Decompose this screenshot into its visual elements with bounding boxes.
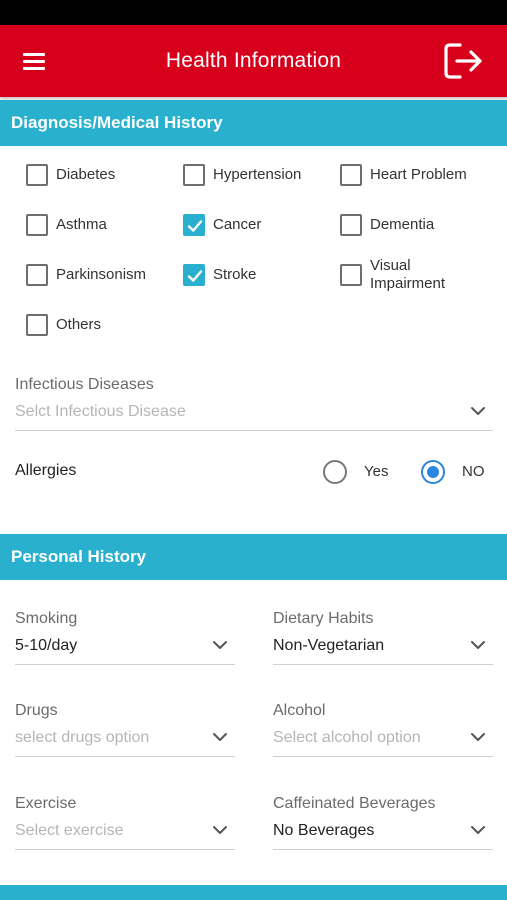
- smoking-label: Smoking: [15, 610, 78, 627]
- app-bar: Health Information: [0, 25, 507, 97]
- logout-icon[interactable]: [440, 41, 486, 81]
- radio-allergies-yes[interactable]: [323, 460, 347, 484]
- checkbox-cancer[interactable]: Cancer: [183, 210, 261, 240]
- chevron-down-icon[interactable]: [470, 406, 486, 416]
- checkbox-heart-problem[interactable]: Heart Problem: [340, 160, 467, 190]
- personal-section-header: Personal History: [0, 534, 507, 580]
- checkbox-label: Hypertension: [213, 166, 302, 183]
- diagnosis-section-header: Diagnosis/Medical History: [0, 100, 507, 146]
- dietary-habits-label: Dietary Habits: [273, 610, 374, 627]
- checkbox-visual-impairment[interactable]: Visual Impairment: [340, 257, 470, 292]
- checkbox-box[interactable]: [26, 314, 48, 336]
- dietary-habits-select[interactable]: Non-Vegetarian: [273, 637, 384, 655]
- checkbox-label: Parkinsonism: [56, 266, 147, 283]
- field-underline: [15, 664, 235, 665]
- drugs-select[interactable]: select drugs option: [15, 729, 149, 747]
- field-underline: [273, 664, 493, 665]
- chevron-down-icon[interactable]: [470, 825, 486, 835]
- checkbox-box[interactable]: [340, 264, 362, 286]
- infectious-diseases-label: Infectious Diseases: [15, 376, 154, 393]
- field-underline: [15, 849, 235, 850]
- chevron-down-icon[interactable]: [212, 732, 228, 742]
- allergies-label: Allergies: [15, 462, 77, 479]
- checkmark-icon: [187, 220, 203, 232]
- checkbox-box-checked[interactable]: [183, 214, 205, 236]
- checkbox-diabetes[interactable]: Diabetes: [26, 160, 115, 190]
- exercise-label: Exercise: [15, 795, 77, 812]
- field-underline: [273, 756, 493, 757]
- checkbox-box[interactable]: [26, 164, 48, 186]
- checkbox-label: Others: [56, 316, 102, 333]
- alcohol-label: Alcohol: [273, 702, 326, 719]
- field-underline: [273, 849, 493, 850]
- field-underline: [15, 430, 493, 431]
- checkbox-box[interactable]: [340, 214, 362, 236]
- checkbox-box[interactable]: [183, 164, 205, 186]
- status-bar: [0, 0, 507, 25]
- caffeinated-beverages-label: Caffeinated Beverages: [273, 795, 436, 812]
- checkbox-others[interactable]: Others: [26, 310, 101, 340]
- checkbox-asthma[interactable]: Asthma: [26, 210, 107, 240]
- caffeinated-beverages-select[interactable]: No Beverages: [273, 822, 374, 840]
- checkbox-label: Stroke: [213, 266, 257, 283]
- checkbox-box[interactable]: [26, 264, 48, 286]
- chevron-down-icon[interactable]: [470, 640, 486, 650]
- radio-yes-label: Yes: [364, 463, 389, 480]
- chevron-down-icon[interactable]: [212, 825, 228, 835]
- checkbox-stroke[interactable]: Stroke: [183, 260, 256, 290]
- infectious-diseases-select[interactable]: Selct Infectious Disease: [15, 403, 186, 421]
- radio-no-label: NO: [462, 463, 485, 480]
- chevron-down-icon[interactable]: [470, 732, 486, 742]
- radio-allergies-no[interactable]: [421, 460, 445, 484]
- checkbox-parkinsonism[interactable]: Parkinsonism: [26, 260, 146, 290]
- checkbox-label: Cancer: [213, 216, 262, 233]
- checkbox-box[interactable]: [340, 164, 362, 186]
- alcohol-select[interactable]: Select alcohol option: [273, 729, 421, 747]
- field-underline: [15, 756, 235, 757]
- checkbox-dementia[interactable]: Dementia: [340, 210, 434, 240]
- drugs-label: Drugs: [15, 702, 58, 719]
- checkmark-icon: [187, 270, 203, 282]
- smoking-select[interactable]: 5-10/day: [15, 637, 77, 655]
- checkbox-label: Heart Problem: [370, 166, 467, 183]
- checkbox-hypertension[interactable]: Hypertension: [183, 160, 301, 190]
- exercise-select[interactable]: Select exercise: [15, 822, 124, 840]
- checkbox-label: Asthma: [56, 216, 107, 233]
- checkbox-label: Dementia: [370, 216, 435, 233]
- chevron-down-icon[interactable]: [212, 640, 228, 650]
- checkbox-box-checked[interactable]: [183, 264, 205, 286]
- checkbox-label: Diabetes: [56, 166, 116, 183]
- checkbox-label: Visual Impairment: [370, 257, 446, 292]
- next-section-header: [0, 885, 507, 900]
- page-title: Health Information: [165, 49, 342, 72]
- checkbox-box[interactable]: [26, 214, 48, 236]
